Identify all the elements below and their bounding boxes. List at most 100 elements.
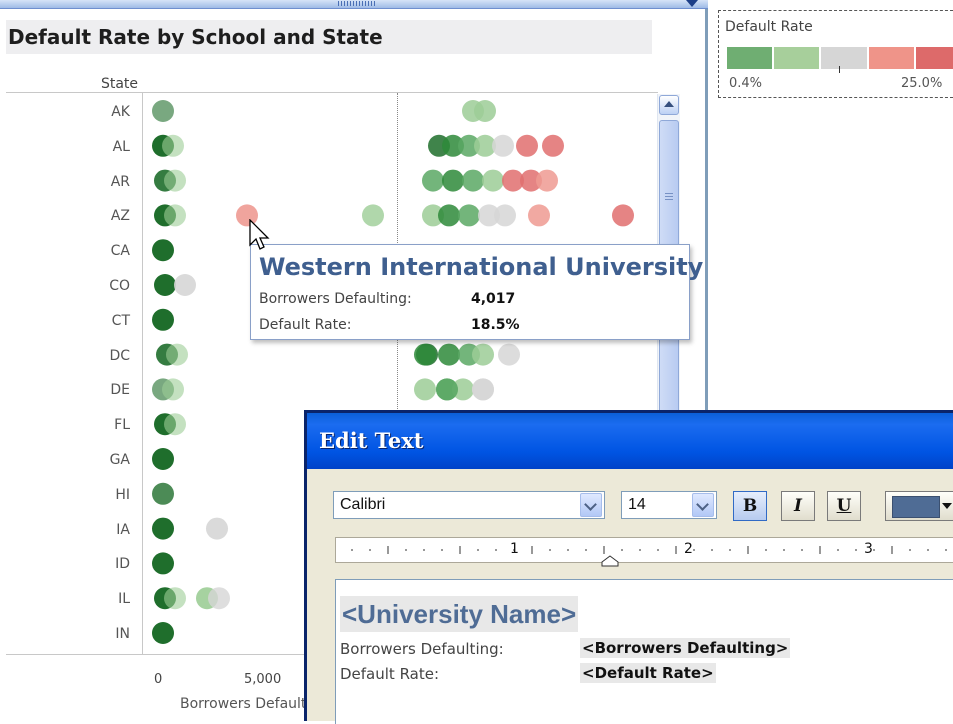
text-ruler[interactable]: 1 2 3: [335, 537, 953, 567]
school-mark[interactable]: [482, 169, 504, 192]
state-row-label[interactable]: DE: [60, 380, 130, 400]
state-row-label[interactable]: AZ: [60, 206, 130, 226]
state-row-label[interactable]: AK: [60, 102, 130, 122]
school-mark[interactable]: [442, 169, 464, 192]
school-mark[interactable]: [152, 100, 174, 122]
resize-grip-icon[interactable]: [338, 1, 376, 6]
text-editor-area[interactable]: <University Name> Borrowers Defaulting: …: [335, 579, 953, 724]
school-mark[interactable]: [528, 204, 550, 227]
default-rate-field[interactable]: <Default Rate>: [580, 663, 716, 683]
school-mark[interactable]: [152, 482, 174, 505]
school-mark[interactable]: [362, 204, 384, 227]
school-mark[interactable]: [162, 134, 184, 157]
school-mark[interactable]: [414, 343, 436, 366]
school-mark[interactable]: [152, 448, 174, 470]
x-tick-label: 5,000: [244, 672, 282, 687]
dialog-title: Edit Text: [319, 428, 424, 453]
font-name-dropdown-button[interactable]: [580, 493, 602, 517]
legend-swatch: [915, 47, 953, 69]
school-mark[interactable]: [162, 378, 184, 401]
state-column-header[interactable]: State: [90, 76, 138, 92]
mouse-pointer-icon: [249, 219, 270, 250]
school-mark[interactable]: [152, 517, 174, 540]
mark-tooltip: Western International University Borrowe…: [250, 244, 703, 340]
tooltip-value: 18.5%: [471, 317, 520, 333]
state-row-label[interactable]: AL: [60, 137, 130, 157]
school-mark[interactable]: [536, 169, 558, 192]
italic-button[interactable]: I: [781, 491, 815, 521]
thumb-grip-icon: [665, 193, 673, 202]
ruler-ticks: [351, 546, 947, 554]
school-mark[interactable]: [164, 587, 186, 610]
state-row-label[interactable]: HI: [60, 485, 130, 505]
text-color-swatch: [892, 496, 940, 518]
school-mark[interactable]: [152, 552, 174, 575]
university-name-field[interactable]: <University Name>: [340, 596, 579, 632]
school-mark[interactable]: [152, 308, 174, 331]
worksheet-title[interactable]: Default Rate by School and State: [6, 20, 652, 54]
school-mark[interactable]: [164, 413, 186, 436]
text-color-button[interactable]: [885, 491, 953, 521]
school-mark[interactable]: [516, 134, 538, 157]
color-legend[interactable]: Default Rate 0.4% 25.0%: [718, 10, 953, 98]
school-mark[interactable]: [438, 204, 460, 227]
state-row-label[interactable]: ID: [60, 554, 130, 574]
pane-menu-arrow-icon[interactable]: [686, 0, 698, 7]
school-mark[interactable]: [612, 204, 634, 227]
state-row-label[interactable]: CO: [60, 276, 130, 296]
chevron-up-icon: [664, 101, 674, 107]
school-mark[interactable]: [436, 378, 458, 401]
font-name-select[interactable]: Calibri: [333, 491, 605, 519]
font-size-dropdown-button[interactable]: [692, 493, 714, 517]
borrowers-defaulting-field[interactable]: <Borrowers Defaulting>: [580, 638, 791, 658]
school-mark[interactable]: [542, 134, 564, 157]
school-mark[interactable]: [206, 517, 228, 540]
dialog-titlebar[interactable]: Edit Text: [307, 413, 953, 469]
school-mark[interactable]: [472, 378, 494, 401]
legend-swatch: [868, 47, 916, 69]
font-name-value: Calibri: [340, 496, 386, 513]
state-row-label[interactable]: CA: [60, 241, 130, 261]
legend-max-label: 25.0%: [901, 76, 943, 91]
school-mark[interactable]: [498, 343, 520, 366]
school-mark[interactable]: [492, 134, 514, 157]
ruler-number: 2: [684, 541, 693, 557]
bold-button[interactable]: B: [733, 491, 767, 521]
state-row-label[interactable]: AR: [60, 172, 130, 192]
underline-button[interactable]: U: [827, 491, 861, 521]
school-mark[interactable]: [164, 169, 186, 192]
school-mark[interactable]: [462, 169, 484, 192]
school-mark[interactable]: [164, 204, 186, 227]
school-mark[interactable]: [208, 587, 230, 610]
ruler-number: 3: [864, 541, 873, 557]
ruler-number: 1: [510, 541, 519, 557]
legend-swatch: [727, 47, 775, 69]
school-mark[interactable]: [472, 343, 494, 366]
legend-color-ramp[interactable]: [727, 47, 953, 69]
school-mark[interactable]: [458, 204, 480, 227]
state-row-label[interactable]: CT: [60, 311, 130, 331]
school-mark[interactable]: [166, 343, 188, 366]
school-mark[interactable]: [422, 169, 444, 192]
school-mark[interactable]: [494, 204, 516, 227]
school-mark[interactable]: [438, 343, 460, 366]
state-row-label[interactable]: GA: [60, 450, 130, 470]
school-mark[interactable]: [152, 622, 174, 644]
school-mark[interactable]: [174, 274, 196, 296]
school-mark[interactable]: [154, 274, 176, 296]
school-mark[interactable]: [414, 378, 436, 401]
school-mark[interactable]: [474, 100, 496, 122]
tooltip-value: 4,017: [471, 291, 516, 307]
indent-marker-icon[interactable]: [600, 555, 620, 567]
font-size-select[interactable]: 14: [621, 491, 717, 519]
school-mark[interactable]: [152, 239, 174, 262]
state-row-label[interactable]: DC: [60, 346, 130, 366]
state-row-label[interactable]: FL: [60, 415, 130, 435]
state-row-label[interactable]: IL: [60, 589, 130, 609]
scroll-up-button[interactable]: [659, 95, 679, 115]
edit-text-dialog[interactable]: Edit Text Calibri 14 B I U 1 2 3 <Univer…: [304, 410, 953, 724]
state-row-label[interactable]: IN: [60, 624, 130, 644]
caret-down-icon: [942, 503, 952, 509]
state-row-label[interactable]: IA: [60, 520, 130, 540]
legend-title: Default Rate: [725, 19, 813, 35]
